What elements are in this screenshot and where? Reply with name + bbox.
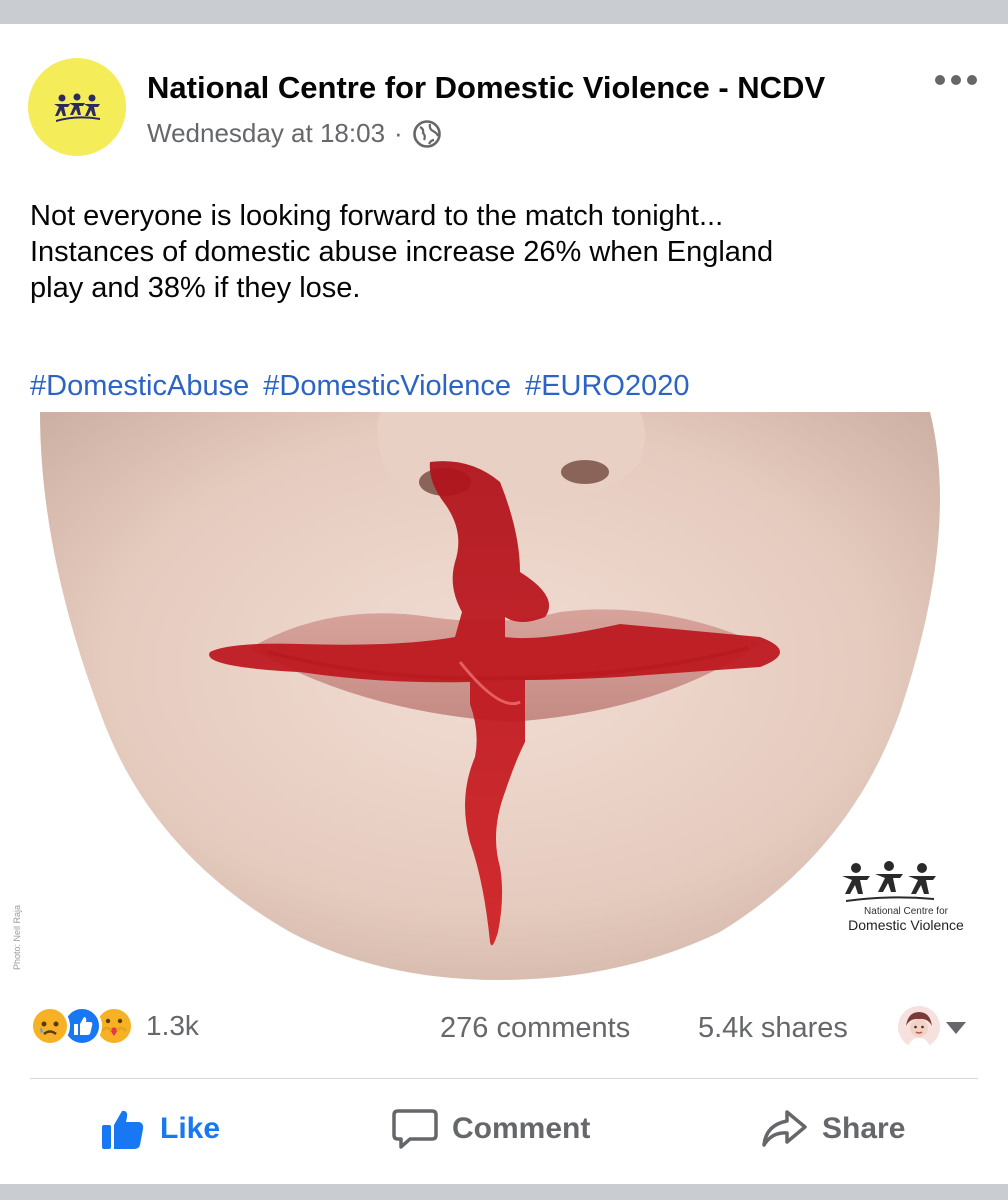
post-text-line: play and 38% if they lose. [30,272,361,304]
more-dot [951,75,961,85]
share-arrow-icon [762,1110,807,1147]
viewer-avatar[interactable] [898,1006,940,1048]
like-thumb-icon [102,1110,144,1149]
hashtag-link[interactable]: #DomesticAbuse [30,370,249,402]
post-text-line: Instances of domestic abuse increase 26%… [30,236,774,268]
watermark-small-text: National Centre for [864,906,948,917]
page-avatar[interactable] [28,58,126,156]
comment-button[interactable]: Comment [392,1104,590,1154]
hashtag-link[interactable]: #EURO2020 [525,370,689,402]
watermark-big-text: Domestic Violence [848,917,964,933]
post-card: National Centre for Domestic Violence - … [0,24,1008,1184]
post-meta: Wednesday at 18:03 · [147,118,442,149]
hashtag-link[interactable]: #DomesticViolence [263,370,511,402]
like-label: Like [160,1112,221,1145]
globe-icon [412,119,441,148]
reaction-count: 1.3k [146,1010,199,1041]
comment-bubble-icon [392,1109,438,1149]
shares-count[interactable]: 5.4k shares [698,1012,848,1045]
reaction-summary[interactable]: 1.3k [30,1006,199,1046]
photo-credit: Photo: Neil Raja [0,900,40,980]
post-header: National Centre for Domestic Violence - … [0,24,1008,174]
comment-label: Comment [452,1112,591,1145]
more-options-icon[interactable] [935,68,985,92]
post-text-line: Not everyone is looking forward to the m… [30,200,724,232]
post-timestamp[interactable]: Wednesday at 18:03 [147,118,385,149]
action-bar: Like Comment Share [0,1104,1008,1174]
ncdv-logo-icon [54,93,100,122]
post-stats: 1.3k 276 comments 5.4k shares [0,1006,1008,1056]
share-button[interactable]: Share [760,1104,905,1154]
share-label: Share [822,1112,906,1145]
more-dot [967,75,977,85]
hashtag-row: #DomesticAbuse #DomesticViolence #EURO20… [30,370,696,403]
ncdv-logo-icon [842,861,936,902]
caret-down-icon[interactable] [946,1022,966,1034]
divider [30,1078,978,1079]
post-photo[interactable]: Photo: Neil Raja National Centre for Dom… [0,412,1008,980]
ncdv-watermark: National Centre for Domestic Violence [834,860,978,933]
meta-separator: · [394,118,403,148]
comments-count[interactable]: 276 comments [440,1012,630,1045]
more-dot [935,75,945,85]
page-name[interactable]: National Centre for Domestic Violence - … [147,70,825,106]
photo-credit-text: Photo: Neil Raja [12,904,22,970]
post-body-text: Not everyone is looking forward to the m… [30,198,980,306]
sad-reaction-icon [30,1006,70,1046]
like-button[interactable]: Like [100,1104,220,1154]
